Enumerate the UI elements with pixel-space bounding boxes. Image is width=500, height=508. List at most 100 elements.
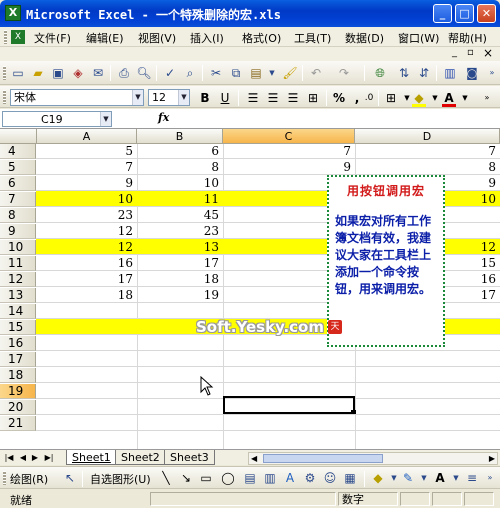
align-center-icon[interactable]: ☰ <box>264 90 282 106</box>
scroll-thumb[interactable] <box>263 454 383 463</box>
excel-app-icon[interactable]: X <box>5 5 21 21</box>
cell-c17[interactable] <box>223 352 355 367</box>
cell-d21[interactable] <box>355 416 500 431</box>
menu-insert[interactable]: 插入(I) <box>190 30 224 46</box>
scroll-left-icon[interactable]: ◀ <box>251 453 257 464</box>
cell-a12[interactable]: 17 <box>37 272 137 287</box>
cell-b10[interactable]: 13 <box>137 240 223 255</box>
print-icon[interactable]: ⎙ <box>116 65 132 81</box>
row-header[interactable]: 16 <box>0 336 36 351</box>
cell-b17[interactable] <box>137 352 223 367</box>
draw-fill-color-icon[interactable]: ◆ <box>370 470 386 486</box>
cut-icon[interactable]: ✂ <box>208 65 224 81</box>
cell-d17[interactable] <box>355 352 500 367</box>
doc-minimize-button[interactable]: _ <box>452 47 457 58</box>
doc-restore-button[interactable]: ▫ <box>467 47 474 58</box>
selected-cell-c19[interactable] <box>223 396 355 414</box>
email-icon[interactable]: ✉ <box>90 65 106 81</box>
sort-ascending-icon[interactable]: ⇅ <box>396 65 412 81</box>
undo-icon[interactable]: ↶ <box>308 65 324 81</box>
cell-b14[interactable] <box>137 304 223 319</box>
cell-a6[interactable]: 9 <box>37 176 137 191</box>
draw-font-color-icon[interactable]: A <box>432 470 448 486</box>
cell-b11[interactable]: 17 <box>137 256 223 271</box>
cell-b21[interactable] <box>137 416 223 431</box>
chevron-down-icon[interactable]: ▼ <box>416 470 432 486</box>
cell-a13[interactable]: 18 <box>37 288 137 303</box>
line-icon[interactable]: ╲ <box>158 470 174 486</box>
maximize-button[interactable]: □ <box>455 4 474 23</box>
row-header[interactable]: 9 <box>0 224 36 239</box>
row-header[interactable]: 14 <box>0 304 36 319</box>
row-header[interactable]: 4 <box>0 144 36 159</box>
workbook-icon[interactable]: X <box>11 30 25 44</box>
paste-icon[interactable]: ▤ <box>248 65 264 81</box>
menu-format[interactable]: 格式(O) <box>242 30 281 46</box>
menu-grip[interactable] <box>4 30 7 44</box>
cell-b8[interactable]: 45 <box>137 208 223 223</box>
cell-c21[interactable] <box>223 416 355 431</box>
cell-a7[interactable]: 10 <box>37 192 137 207</box>
font-size-box[interactable]: 12 ▼ <box>148 89 190 106</box>
menu-help[interactable]: 帮助(H) <box>448 30 487 46</box>
cell-c18[interactable] <box>223 368 355 383</box>
merge-center-icon[interactable]: ⊞ <box>304 90 322 106</box>
new-icon[interactable]: ▭ <box>10 65 26 81</box>
row-header[interactable]: 21 <box>0 416 36 431</box>
menu-file[interactable]: 文件(F) <box>34 30 71 46</box>
cell-d5[interactable]: 8 <box>355 160 500 175</box>
cell-c4[interactable]: 7 <box>223 144 355 159</box>
spelling-icon[interactable]: ✓ <box>162 65 178 81</box>
bold-button[interactable]: B <box>196 90 214 106</box>
row-header[interactable]: 11 <box>0 256 36 271</box>
chevron-down-icon[interactable]: ▼ <box>132 90 143 105</box>
increase-decimal-button[interactable]: .0 <box>360 90 378 106</box>
first-sheet-icon[interactable]: |◀ <box>4 452 14 464</box>
cell-a9[interactable]: 12 <box>37 224 137 239</box>
cell-d18[interactable] <box>355 368 500 383</box>
draw-menu-button[interactable]: 绘图(R) <box>10 471 48 487</box>
row-header[interactable]: 20 <box>0 400 36 415</box>
row-header[interactable]: 13 <box>0 288 36 303</box>
minimize-button[interactable]: _ <box>433 4 452 23</box>
textbox-icon[interactable]: ▤ <box>242 470 258 486</box>
chart-wizard-icon[interactable]: ▥ <box>442 65 458 81</box>
toolbar-options-icon[interactable]: » <box>484 65 500 81</box>
rectangle-icon[interactable]: ▭ <box>198 470 214 486</box>
row-header[interactable]: 17 <box>0 352 36 367</box>
diagram-icon[interactable]: ⚙ <box>302 470 318 486</box>
camera-icon[interactable]: ◙ <box>464 65 480 81</box>
picture-icon[interactable]: ▦ <box>342 470 358 486</box>
next-sheet-icon[interactable]: ▶ <box>30 452 40 464</box>
close-button[interactable]: ✕ <box>477 4 496 23</box>
cell-c5[interactable]: 9 <box>223 160 355 175</box>
cell-a4[interactable]: 5 <box>37 144 137 159</box>
insert-function-icon[interactable]: fx <box>158 111 169 124</box>
wordart-icon[interactable]: A <box>282 470 298 486</box>
scroll-right-icon[interactable]: ▶ <box>489 453 495 464</box>
row-header[interactable]: 19 <box>0 384 36 399</box>
row-header[interactable]: 5 <box>0 160 36 175</box>
cell-b13[interactable]: 19 <box>137 288 223 303</box>
oval-icon[interactable]: ◯ <box>220 470 236 486</box>
cell-d4[interactable]: 7 <box>355 144 500 159</box>
cell-a8[interactable]: 23 <box>37 208 137 223</box>
cell-a10[interactable]: 12 <box>37 240 137 255</box>
paste-dropdown-icon[interactable]: ▼ <box>264 65 280 81</box>
doc-close-button[interactable]: × <box>483 46 493 60</box>
sort-descending-icon[interactable]: ⇵ <box>416 65 432 81</box>
underline-button[interactable]: U <box>216 90 234 106</box>
vertical-textbox-icon[interactable]: ▥ <box>262 470 278 486</box>
row-header[interactable]: 6 <box>0 176 36 191</box>
cell-a16[interactable] <box>37 336 137 351</box>
arrow-icon[interactable]: ↘ <box>178 470 194 486</box>
prev-sheet-icon[interactable]: ◀ <box>18 452 28 464</box>
cell-a14[interactable] <box>37 304 137 319</box>
title-bar[interactable]: X Microsoft Excel - 一个特殊删除的宏.xls _ □ ✕ <box>0 0 500 27</box>
chevron-down-icon[interactable]: ▼ <box>178 90 189 105</box>
cell-b16[interactable] <box>137 336 223 351</box>
cell-b5[interactable]: 8 <box>137 160 223 175</box>
line-style-icon[interactable]: ≡ <box>464 470 480 486</box>
clip-art-icon[interactable]: ☺ <box>322 470 338 486</box>
save-icon[interactable]: ▣ <box>50 65 66 81</box>
